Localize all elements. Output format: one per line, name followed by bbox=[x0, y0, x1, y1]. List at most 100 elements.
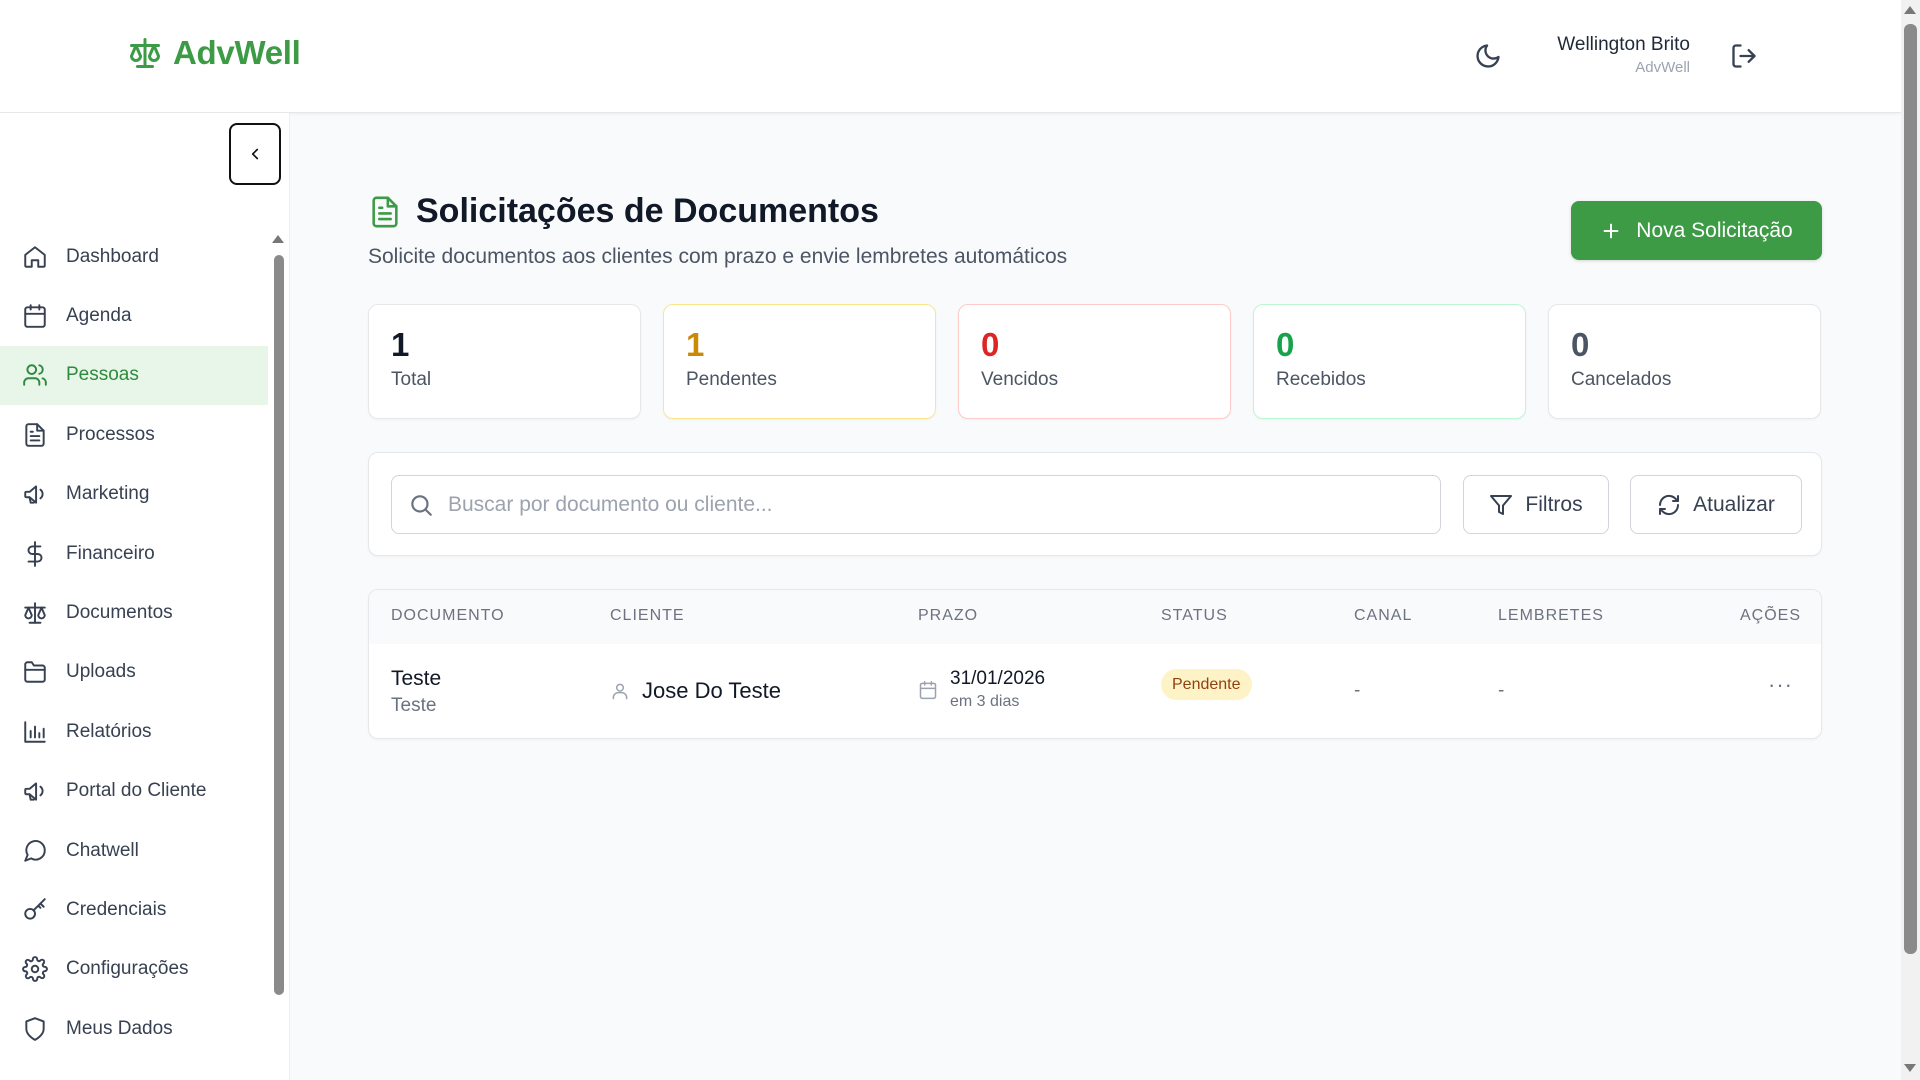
filter-icon bbox=[1489, 493, 1513, 517]
refresh-icon bbox=[1657, 493, 1681, 517]
stat-label: Cancelados bbox=[1571, 369, 1672, 391]
folder-icon bbox=[22, 659, 48, 685]
sidebar-item-label: Portal do Cliente bbox=[66, 780, 207, 802]
column-header-acoes[interactable]: AÇÕES bbox=[1740, 607, 1801, 625]
logout-button[interactable] bbox=[1730, 42, 1762, 74]
column-header-cliente[interactable]: CLIENTE bbox=[610, 607, 685, 625]
chevron-left-icon bbox=[246, 145, 264, 163]
sidebar-item-label: Meus Dados bbox=[66, 1017, 173, 1039]
sidebar-item-credenciais[interactable]: Credenciais bbox=[0, 880, 268, 939]
stat-value: 1 bbox=[686, 326, 705, 363]
cell-canal: - bbox=[1354, 680, 1361, 701]
sidebar-scroll-up-arrow[interactable] bbox=[272, 235, 284, 243]
search-field[interactable] bbox=[391, 475, 1441, 534]
message-circle-icon bbox=[22, 838, 48, 864]
stat-value: 0 bbox=[1276, 326, 1295, 363]
user-info[interactable]: Wellington Brito AdvWell bbox=[1557, 34, 1690, 76]
megaphone-icon bbox=[22, 778, 48, 804]
refresh-button[interactable]: Atualizar bbox=[1630, 475, 1802, 534]
stat-value: 0 bbox=[1571, 326, 1590, 363]
page-scroll-down-arrow[interactable] bbox=[1904, 1064, 1916, 1072]
scale-icon bbox=[22, 600, 48, 626]
sidebar-item-pessoas[interactable]: Pessoas bbox=[0, 345, 268, 406]
cell-lembretes: - bbox=[1498, 680, 1505, 701]
page-title: Solicitações de Documentos bbox=[416, 192, 879, 230]
sidebar-item-label: Dashboard bbox=[66, 245, 159, 267]
sidebar-item-financeiro[interactable]: Financeiro bbox=[0, 524, 268, 583]
top-header: AdvWell Wellington Brito AdvWell bbox=[0, 0, 1901, 113]
column-header-prazo[interactable]: PRAZO bbox=[918, 607, 978, 625]
column-header-canal[interactable]: CANAL bbox=[1354, 607, 1412, 625]
app-name: AdvWell bbox=[173, 34, 301, 71]
cell-cliente: Jose Do Teste bbox=[610, 678, 781, 704]
sidebar-item-relatorios[interactable]: Relatórios bbox=[0, 702, 268, 761]
sidebar-item-processos[interactable]: Processos bbox=[0, 405, 268, 464]
sidebar-scrollbar-thumb[interactable] bbox=[274, 255, 284, 995]
stats-row: 1 Total 1 Pendentes 0 Vencidos 0 Recebid… bbox=[368, 304, 1821, 419]
megaphone-icon bbox=[22, 481, 48, 507]
document-title: Teste bbox=[391, 667, 442, 690]
search-icon bbox=[408, 492, 434, 518]
sidebar-item-label: Documentos bbox=[66, 602, 173, 624]
plus-icon bbox=[1600, 220, 1622, 242]
user-icon bbox=[610, 681, 630, 701]
calendar-icon bbox=[22, 303, 48, 329]
sidebar-item-dashboard[interactable]: Dashboard bbox=[0, 227, 268, 286]
sidebar-item-agenda[interactable]: Agenda bbox=[0, 286, 268, 345]
stat-card-total: 1 Total bbox=[368, 304, 641, 419]
sidebar-item-label: Credenciais bbox=[66, 898, 167, 920]
client-name: Jose Do Teste bbox=[642, 678, 782, 703]
logout-icon bbox=[1730, 42, 1762, 70]
stat-card-recebidos: 0 Recebidos bbox=[1253, 304, 1526, 419]
filters-button[interactable]: Filtros bbox=[1463, 475, 1609, 534]
requests-table: DOCUMENTO CLIENTE PRAZO STATUS CANAL LEM… bbox=[368, 589, 1822, 739]
sidebar-item-uploads[interactable]: Uploads bbox=[0, 643, 268, 702]
sidebar-item-marketing[interactable]: Marketing bbox=[0, 465, 268, 524]
stat-label: Pendentes bbox=[686, 369, 777, 391]
sidebar-item-label: Processos bbox=[66, 423, 155, 445]
stat-card-cancelados: 0 Cancelados bbox=[1548, 304, 1821, 419]
calendar-icon bbox=[918, 680, 938, 700]
sidebar-item-label: Marketing bbox=[66, 483, 150, 505]
stat-label: Total bbox=[391, 369, 432, 391]
dollar-icon bbox=[22, 540, 48, 567]
user-name: Wellington Brito bbox=[1557, 34, 1690, 55]
gear-icon bbox=[22, 956, 48, 983]
file-text-icon bbox=[368, 194, 402, 230]
sidebar-item-label: Pessoas bbox=[66, 364, 139, 386]
home-icon bbox=[22, 244, 48, 270]
sidebar-item-meus-dados[interactable]: Meus Dados bbox=[0, 999, 268, 1058]
page-scrollbar-thumb[interactable] bbox=[1904, 24, 1917, 954]
shield-icon bbox=[22, 1016, 48, 1042]
sidebar-item-configuracoes[interactable]: Configurações bbox=[0, 940, 268, 999]
app-logo[interactable]: AdvWell bbox=[127, 34, 301, 72]
row-actions-menu-button[interactable]: ··· bbox=[1768, 672, 1793, 698]
sidebar-item-documentos[interactable]: Documentos bbox=[0, 583, 268, 642]
sidebar: Dashboard Agenda Pessoas Processos Marke… bbox=[0, 113, 290, 1080]
sidebar-item-chatwell[interactable]: Chatwell bbox=[0, 821, 268, 880]
stat-value: 0 bbox=[981, 326, 1000, 363]
column-header-lembretes[interactable]: LEMBRETES bbox=[1498, 607, 1604, 625]
file-text-icon bbox=[22, 422, 48, 448]
theme-toggle-button[interactable] bbox=[1474, 42, 1506, 74]
page-scroll-up-arrow[interactable] bbox=[1904, 6, 1916, 14]
users-icon bbox=[22, 362, 48, 388]
refresh-label: Atualizar bbox=[1693, 492, 1775, 516]
stat-value: 1 bbox=[391, 326, 410, 363]
collapse-sidebar-button[interactable] bbox=[229, 123, 281, 185]
page-header: Solicitações de Documentos Solicite docu… bbox=[368, 192, 1067, 269]
filters-label: Filtros bbox=[1525, 492, 1583, 516]
column-header-status[interactable]: STATUS bbox=[1161, 607, 1228, 625]
moon-icon bbox=[1474, 42, 1506, 70]
sidebar-item-portal-do-cliente[interactable]: Portal do Cliente bbox=[0, 762, 268, 821]
table-row[interactable]: Teste Teste Jose Do Teste 31/01/2026 em … bbox=[369, 644, 1821, 738]
stat-card-vencidos: 0 Vencidos bbox=[958, 304, 1231, 419]
sidebar-item-label: Chatwell bbox=[66, 839, 139, 861]
column-header-documento[interactable]: DOCUMENTO bbox=[391, 607, 505, 625]
cell-prazo: 31/01/2026 em 3 dias bbox=[918, 668, 1045, 711]
new-request-button[interactable]: Nova Solicitação bbox=[1571, 201, 1822, 260]
search-input[interactable] bbox=[448, 492, 1408, 517]
search-panel: Filtros Atualizar bbox=[368, 452, 1822, 556]
sidebar-nav: Dashboard Agenda Pessoas Processos Marke… bbox=[0, 227, 268, 1058]
cell-status: Pendente bbox=[1161, 669, 1252, 700]
